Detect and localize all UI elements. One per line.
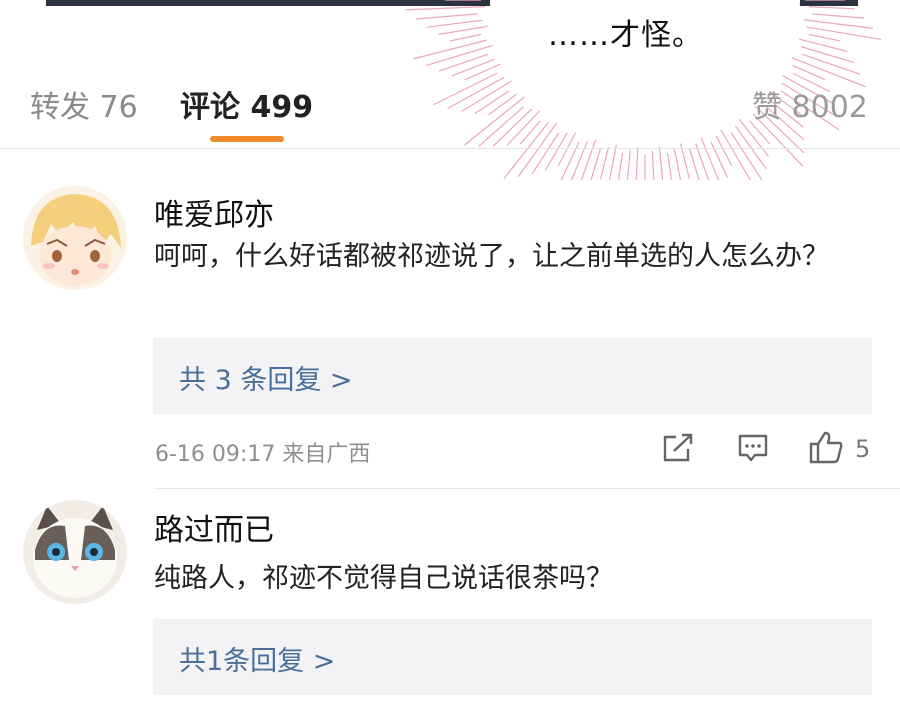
avatar[interactable] <box>23 186 127 290</box>
tab-comment[interactable]: 评论 499 <box>180 82 313 126</box>
replies-label: 共 3 条回复 > <box>179 365 353 396</box>
cat-avatar-icon <box>23 500 127 604</box>
replies-label: 共1条回复 > <box>179 646 336 677</box>
tab-like[interactable]: 赞 8002 <box>752 82 868 126</box>
comment-text: 纯路人，祁迹不觉得自己说话很茶吗？ <box>154 563 613 594</box>
comment-icon <box>738 434 768 462</box>
comment-username[interactable]: 路过而已 <box>154 505 274 549</box>
comment-username[interactable]: 唯爱邱亦 <box>154 190 274 234</box>
view-replies-button[interactable]: 共1条回复 > <box>153 619 872 695</box>
thumbs-up-icon <box>809 431 843 464</box>
tab-forward[interactable]: 转发 76 <box>30 82 138 126</box>
share-button[interactable] <box>662 433 694 467</box>
divider <box>154 488 900 489</box>
anime-boy-avatar-icon <box>23 186 127 290</box>
comic-speech-text: ……才怪。 <box>548 18 703 53</box>
like-count: 5 <box>855 435 871 463</box>
view-replies-button[interactable]: 共 3 条回复 > <box>153 338 872 414</box>
comment-item: 路过而已 纯路人，祁迹不觉得自己说话很茶吗？ 共1条回复 > <box>0 490 900 703</box>
divider <box>0 148 900 149</box>
like-button[interactable] <box>808 430 844 468</box>
share-icon <box>663 433 693 462</box>
comment-text: 呵呵，什么好话都被祁迹说了，让之前单选的人怎么办？ <box>154 241 829 272</box>
comment-tabs: 转发 76 评论 499 赞 8002 <box>0 72 900 150</box>
comment-item: 唯爱邱亦 呵呵，什么好话都被祁迹说了，让之前单选的人怎么办？ 共 3 条回复 >… <box>0 160 900 490</box>
comment-meta: 6-16 09:17 来自广西 <box>155 442 371 467</box>
active-tab-indicator <box>210 136 284 142</box>
avatar[interactable] <box>23 500 127 604</box>
reply-button[interactable] <box>737 433 769 467</box>
